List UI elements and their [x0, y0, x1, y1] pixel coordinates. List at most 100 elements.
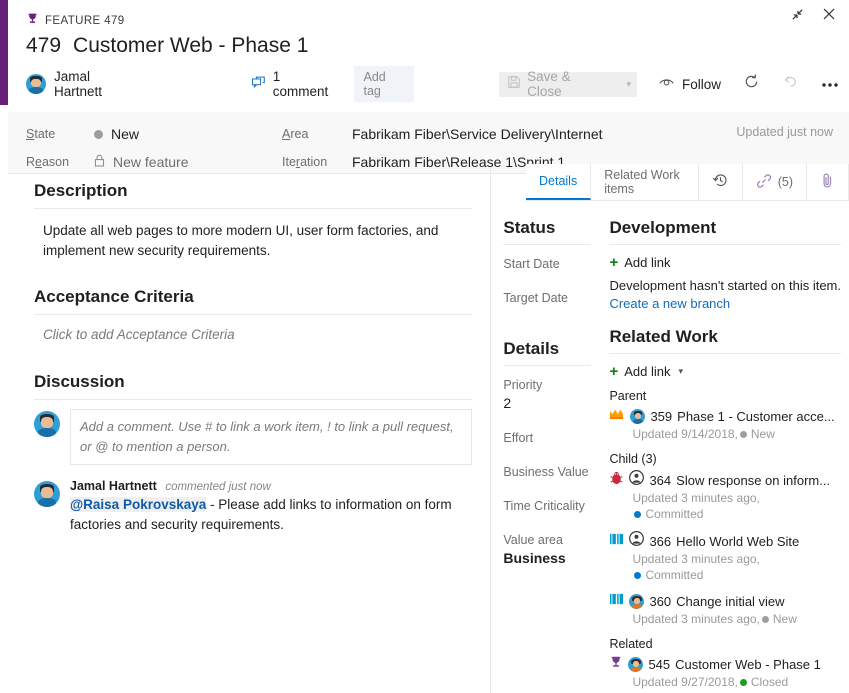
work-item-header: FEATURE 479 479 Customer Web - Phase 1 J… [8, 0, 849, 112]
add-link-label: Add link [624, 255, 671, 270]
close-icon[interactable] [821, 6, 837, 27]
tab-related-work-items[interactable]: Related Work items [591, 164, 699, 200]
link-title[interactable]: Slow response on inform... [676, 473, 830, 488]
story-icon [609, 532, 624, 551]
link-id: 359 [650, 409, 673, 424]
updated-timestamp: Updated just now [736, 125, 833, 139]
status-details-column: Status Start Date Target Date Details Pr… [490, 167, 601, 693]
eye-icon [659, 76, 675, 92]
link-id: 545 [648, 657, 671, 672]
field-label: Effort [503, 431, 534, 445]
group-label: Related [609, 637, 653, 651]
development-add-link-button[interactable]: + Add link [609, 255, 841, 270]
link-updated: Updated 3 minutes ago, [632, 491, 760, 505]
comment-count-label: 1 comment [272, 69, 329, 99]
divider [503, 365, 592, 366]
trophy-icon [26, 12, 39, 30]
related-work-heading: Related Work [609, 327, 718, 346]
links-column: Development + Add link Development hasn'… [601, 167, 849, 693]
group-label: Child (3) [609, 452, 657, 466]
tab-links[interactable]: (5) [743, 164, 807, 200]
link-row[interactable]: 360 Change initial view [609, 592, 841, 611]
divider [609, 244, 841, 245]
related-work-add-link-button[interactable]: + Add link ▾ [609, 364, 841, 379]
status-badge [739, 431, 747, 439]
link-subtext: Updated 9/27/2018, Closed [632, 674, 841, 690]
work-item-type-label: FEATURE 479 [45, 15, 125, 27]
link-row[interactable]: 364 Slow response on inform... [609, 470, 841, 490]
acceptance-criteria-section: Acceptance Criteria Click to add Accepta… [34, 287, 473, 342]
work-item-title-row: 479 Customer Web - Phase 1 [8, 32, 849, 58]
tab-details-label: Details [539, 174, 578, 188]
avatar [628, 657, 644, 672]
comment-count-link[interactable]: 1 comment [251, 69, 337, 99]
field-priority[interactable]: Priority 2 [503, 378, 591, 411]
work-item-id: 479 [26, 34, 62, 57]
link-id: 364 [649, 472, 672, 488]
tab-history[interactable] [699, 164, 743, 200]
link-title[interactable]: Phase 1 - Customer acce... [677, 409, 835, 424]
development-empty-text: Development hasn't started on this item. [609, 278, 841, 293]
restore-icon[interactable] [790, 7, 805, 27]
field-label: Time Criticality [503, 499, 585, 513]
field-start-date[interactable]: Start Date [503, 257, 591, 271]
story-icon [609, 592, 624, 611]
field-label: Business Value [503, 465, 589, 479]
link-title[interactable]: Hello World Web Site [676, 534, 799, 549]
comment-time: commented just now [165, 481, 271, 493]
avatar [34, 481, 60, 507]
follow-button[interactable]: Follow [659, 76, 721, 92]
work-item-title[interactable]: Customer Web - Phase 1 [73, 34, 308, 58]
acceptance-criteria-placeholder[interactable]: Click to add Acceptance Criteria [34, 327, 472, 342]
chevron-down-icon[interactable]: ▾ [626, 79, 631, 90]
save-and-close-label: Save & Close [527, 69, 571, 99]
divider [34, 399, 473, 400]
chevron-down-icon[interactable]: ▾ [678, 366, 683, 377]
mention-link[interactable]: @Raisa Pokrovskaya [70, 497, 207, 512]
save-icon [507, 75, 521, 94]
undo-icon [782, 73, 799, 95]
tab-related-work-items-label: Related Work items [604, 168, 680, 196]
work-item-columns: Details Related Work items (5) Descripti… [16, 164, 849, 693]
field-target-date[interactable]: Target Date [503, 291, 591, 305]
link-row[interactable]: 359 Phase 1 - Customer acce... [609, 407, 841, 426]
save-and-close-button[interactable]: Save & Close ▾ [499, 69, 637, 99]
link-updated: Updated 9/14/2018, [632, 427, 738, 441]
state-value-wrap[interactable]: New [94, 126, 139, 142]
description-text[interactable]: Update all web pages to more modern UI, … [34, 221, 472, 261]
add-tag-button[interactable]: Add tag [354, 66, 415, 102]
plus-icon: + [609, 254, 619, 271]
work-item-body: FEATURE 479 479 Customer Web - Phase 1 J… [8, 0, 849, 693]
assigned-to[interactable]: Jamal Hartnett [26, 69, 138, 99]
avatar [629, 594, 645, 609]
tab-bar: Details Related Work items (5) [526, 164, 849, 201]
link-title[interactable]: Customer Web - Phase 1 [675, 657, 821, 672]
tab-details[interactable]: Details [526, 164, 592, 200]
list-item: 545 Customer Web - Phase 1 Updated 9/27/… [609, 655, 841, 690]
add-link-label: Add link [624, 364, 671, 379]
avatar [630, 409, 646, 424]
history-icon [712, 172, 729, 192]
field-effort[interactable]: Effort [503, 431, 591, 445]
tab-attachments[interactable] [807, 164, 849, 200]
field-time-criticality[interactable]: Time Criticality [503, 499, 591, 513]
field-label: Value area [503, 533, 563, 547]
link-updated: Updated 3 minutes ago, [632, 612, 760, 626]
state-row: State New [26, 120, 188, 148]
development-heading: Development [609, 218, 717, 237]
link-id: 366 [649, 533, 672, 549]
field-label: Target Date [503, 291, 569, 305]
area-value[interactable]: Fabrikam Fiber\Service Delivery\Internet [352, 126, 603, 142]
ellipsis-icon[interactable] [821, 75, 839, 93]
refresh-icon[interactable] [743, 73, 760, 95]
link-id: 360 [649, 594, 672, 609]
tab-links-count: (5) [777, 175, 793, 189]
link-row[interactable]: 545 Customer Web - Phase 1 [609, 655, 841, 674]
create-branch-link[interactable]: Create a new branch [609, 295, 841, 313]
comment-input[interactable]: Add a comment. Use # to link a work item… [70, 409, 473, 465]
link-title[interactable]: Change initial view [676, 594, 784, 609]
link-row[interactable]: 366 Hello World Web Site [609, 531, 841, 551]
field-business-value[interactable]: Business Value [503, 465, 591, 479]
comment-text: @Raisa Pokrovskaya - Please add links to… [70, 495, 472, 535]
field-value-area[interactable]: Value area Business [503, 533, 591, 566]
